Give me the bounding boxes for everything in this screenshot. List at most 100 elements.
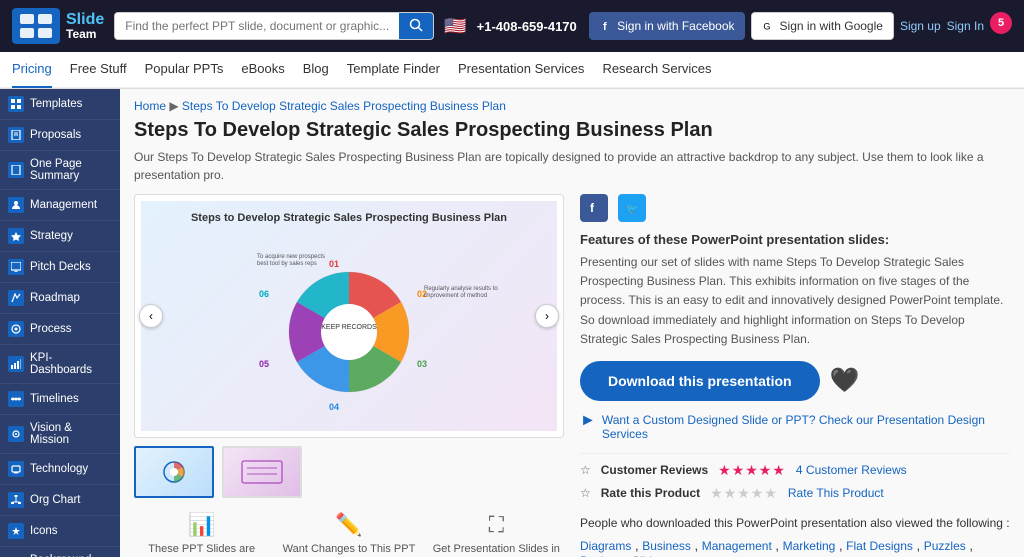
rate-product-link[interactable]: Rate This Product [788, 486, 884, 500]
signin-google-button[interactable]: G Sign in with Google [751, 12, 894, 40]
bullet-icon: ► [580, 412, 596, 430]
header: Slide Team 🇺🇸 +1-408-659-4170 f Sign in … [0, 0, 1024, 89]
search-bar[interactable] [114, 12, 434, 40]
tag-puzzles[interactable]: Puzzles [924, 539, 966, 553]
rating-stars: ★★★★★ [718, 462, 786, 479]
signin-button[interactable]: Sign In [947, 12, 984, 40]
svg-text:05: 05 [259, 359, 269, 369]
sidebar-item-strategy[interactable]: Strategy [0, 221, 120, 252]
signin-fb-label: Sign in with Facebook [617, 19, 734, 33]
page-title: Steps To Develop Strategic Sales Prospec… [134, 119, 1010, 142]
sidebar-label: Templates [30, 98, 82, 110]
sidebar-item-technology[interactable]: Technology [0, 454, 120, 485]
sidebar-label: Org Chart [30, 494, 81, 506]
sidebar-item-vision[interactable]: Vision & Mission [0, 415, 120, 454]
tag-management[interactable]: Management [702, 539, 772, 553]
nav-template-finder[interactable]: Template Finder [347, 51, 440, 88]
search-input[interactable] [115, 13, 399, 39]
thumbnail-2[interactable] [222, 446, 302, 498]
tag-diagrams[interactable]: Diagrams [580, 539, 631, 553]
proposals-icon [8, 127, 24, 143]
thumbnail-1[interactable] [134, 446, 214, 498]
nav-bar: Pricing Free Stuff Popular PPTs eBooks B… [0, 52, 1024, 88]
tag-marketing[interactable]: Marketing [783, 539, 836, 553]
svg-text:Regularly analyse results to d: Regularly analyse results to drive [424, 286, 499, 292]
sidebar-label: Icons [30, 525, 58, 537]
prev-button[interactable]: ‹ [139, 304, 163, 328]
sidebar-item-proposals[interactable]: Proposals [0, 120, 120, 151]
sidebar-item-templates[interactable]: Templates [0, 89, 120, 120]
next-button[interactable]: › [535, 304, 559, 328]
nav-free-stuff[interactable]: Free Stuff [70, 51, 127, 88]
sidebar-item-icons[interactable]: Icons [0, 516, 120, 547]
breadcrumb-home[interactable]: Home [134, 99, 166, 113]
svg-text:KEEP RECORDS: KEEP RECORDS [321, 324, 377, 331]
header-top: Slide Team 🇺🇸 +1-408-659-4170 f Sign in … [0, 0, 1024, 52]
vision-icon [8, 426, 24, 442]
sidebar-item-pitch-decks[interactable]: Pitch Decks [0, 252, 120, 283]
sidebar-item-kpi[interactable]: KPI-Dashboards [0, 345, 120, 384]
signin-facebook-button[interactable]: f Sign in with Facebook [589, 12, 744, 40]
wishlist-button[interactable]: 🖤 [830, 366, 860, 395]
breadcrumb-current[interactable]: Steps To Develop Strategic Sales Prospec… [182, 99, 506, 113]
sidebar-item-one-page[interactable]: One Page Summary [0, 151, 120, 190]
customer-reviews-label: Customer Reviews [601, 463, 708, 477]
tag-flat-designs[interactable]: Flat Designs [846, 539, 913, 553]
tag-business[interactable]: Business [642, 539, 691, 553]
reviews-row: ☆ Customer Reviews ★★★★★ 4 Customer Revi… [580, 462, 1010, 479]
rate-row: ☆ Rate this Product ★★★★★ Rate This Prod… [580, 485, 1010, 502]
logo-area[interactable]: Slide Team [12, 8, 104, 44]
image-slider: Steps to Develop Strategic Sales Prospec… [134, 194, 564, 438]
google-slides-icon: 📊 [134, 512, 269, 538]
svg-text:01: 01 [329, 259, 339, 269]
nav-pricing[interactable]: Pricing [12, 51, 52, 88]
also-viewed: People who downloaded this PowerPoint pr… [580, 514, 1010, 532]
svg-text:🐦: 🐦 [626, 204, 638, 215]
custom-design-link[interactable]: Want a Custom Designed Slide or PPT? Che… [602, 413, 1010, 441]
left-column: Steps to Develop Strategic Sales Prospec… [134, 194, 564, 557]
sidebar-label: KPI-Dashboards [30, 352, 112, 376]
sidebar-item-timelines[interactable]: Timelines [0, 384, 120, 415]
social-share: f 🐦 [580, 194, 1010, 222]
sidebar-item-management[interactable]: Management [0, 190, 120, 221]
signin-google-label: Sign in with Google [780, 19, 883, 33]
feature-text-3: Get Presentation Slides in WideScreen [429, 542, 564, 557]
search-button[interactable] [399, 13, 433, 39]
timelines-icon [8, 391, 24, 407]
svg-text:improvement of method: improvement of method [424, 293, 487, 299]
svg-text:06: 06 [259, 289, 269, 299]
roadmap-icon [8, 290, 24, 306]
review-count[interactable]: 4 Customer Reviews [796, 463, 907, 477]
slide-diagram: KEEP RECORDS 01 02 03 04 05 06 To acquir… [199, 232, 499, 417]
nav-blog[interactable]: Blog [303, 51, 329, 88]
nav-ebooks[interactable]: eBooks [241, 51, 284, 88]
widescreen-icon: ⛶ [429, 512, 564, 538]
signup-button[interactable]: Sign up [900, 12, 941, 40]
one-page-icon [8, 162, 24, 178]
features-row: 📊 These PPT Slides are compatible with G… [134, 512, 564, 557]
main-layout: Templates Proposals One Page Summary Man… [0, 89, 1024, 557]
feature-text-1: These PPT Slides are compatible with Goo… [134, 542, 269, 557]
download-row: Download this presentation 🖤 [580, 361, 1010, 401]
download-button[interactable]: Download this presentation [580, 361, 820, 401]
twitter-share-button[interactable]: 🐦 [618, 194, 646, 222]
rate-stars[interactable]: ★★★★★ [710, 485, 778, 502]
feature-widescreen: ⛶ Get Presentation Slides in WideScreen [429, 512, 564, 557]
feature-text-2: Want Changes to This PPT Slide? Check ou… [281, 542, 416, 557]
sidebar-item-roadmap[interactable]: Roadmap [0, 283, 120, 314]
nav-popular-ppts[interactable]: Popular PPTs [145, 51, 224, 88]
svg-text:04: 04 [329, 402, 339, 412]
svg-text:f: f [603, 21, 607, 33]
sidebar-item-orgchart[interactable]: Org Chart [0, 485, 120, 516]
strategy-icon [8, 228, 24, 244]
management-icon [8, 197, 24, 213]
nav-presentation-services[interactable]: Presentation Services [458, 51, 584, 88]
slide-content: Steps to Develop Strategic Sales Prospec… [191, 212, 507, 420]
nav-research-services[interactable]: Research Services [602, 51, 711, 88]
cart-button[interactable]: 5 [990, 12, 1012, 34]
sidebar-item-background[interactable]: Background PPT [0, 547, 120, 557]
sidebar-item-process[interactable]: Process [0, 314, 120, 345]
flag-icon: 🇺🇸 [444, 16, 466, 37]
facebook-share-button[interactable]: f [580, 194, 608, 222]
svg-text:f: f [590, 201, 595, 215]
